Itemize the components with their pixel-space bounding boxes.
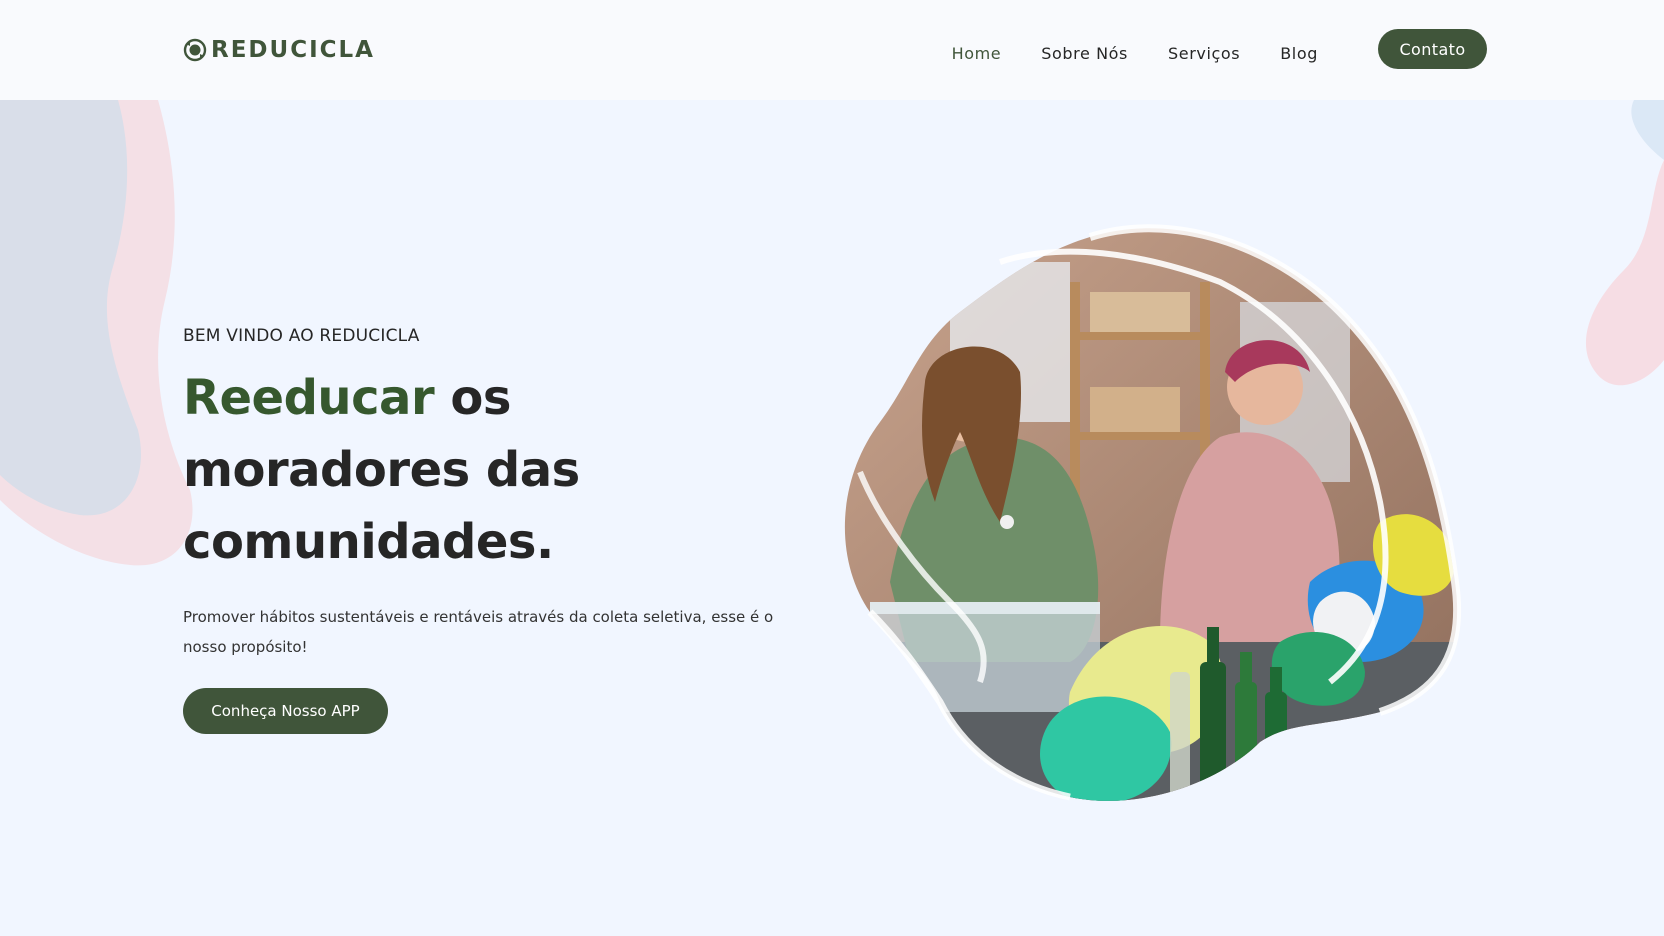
hero-section: BEM VINDO AO REDUCICLA Reeducar os morad… — [183, 326, 783, 734]
hero-photo-recycling — [844, 224, 1462, 801]
page: REDUCICLA Home Sobre Nós Serviços Blog C… — [0, 0, 1664, 936]
nav-home[interactable]: Home — [952, 44, 1002, 63]
app-cta-button[interactable]: Conheça Nosso APP — [183, 688, 388, 734]
brand-logo[interactable]: REDUCICLA — [183, 34, 375, 66]
contact-button[interactable]: Contato — [1378, 29, 1487, 69]
hero-headline: Reeducar os moradores das comunidades. — [183, 362, 783, 578]
brand-name: REDUCICLA — [211, 37, 375, 63]
nav-servicos[interactable]: Serviços — [1168, 44, 1240, 63]
decorative-blob-left — [0, 100, 193, 566]
headline-accent: Reeducar — [183, 370, 435, 426]
decorative-blob-right — [1585, 100, 1664, 386]
hero-eyebrow: BEM VINDO AO REDUCICLA — [183, 326, 420, 346]
nav-sobre-nos[interactable]: Sobre Nós — [1041, 44, 1128, 63]
main-nav: Home Sobre Nós Serviços Blog Contato — [912, 29, 1487, 69]
headline-part-2: moradores das — [183, 442, 580, 498]
recycle-globe-icon — [183, 38, 207, 62]
headline-part-3: comunidades. — [183, 514, 554, 570]
hero-subtitle: Promover hábitos sustentáveis e rentávei… — [183, 608, 774, 656]
nav-blog[interactable]: Blog — [1280, 44, 1318, 63]
navbar: REDUCICLA Home Sobre Nós Serviços Blog C… — [0, 0, 1664, 100]
headline-part-1: os — [434, 370, 511, 426]
